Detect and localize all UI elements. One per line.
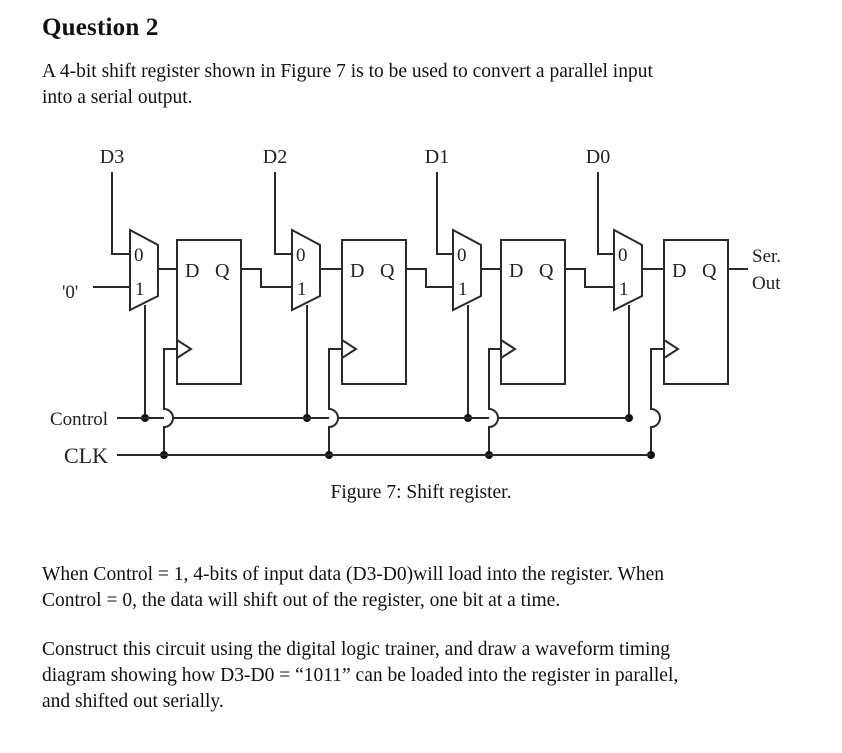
data-input-wire [111,172,130,255]
figure-caption: Figure 7: Shift register. [330,482,512,503]
shift-path-wire [406,268,453,288]
control-label: Control [50,409,108,430]
ff-d-label: D [350,260,364,282]
task-line: and shifted out serially. [42,691,224,712]
clock-input-icon [341,339,358,359]
mux-input-0-label: 0 [296,245,306,266]
data-input-label: D2 [263,146,287,168]
data-input-wire [597,172,614,255]
clock-label: CLK [64,443,108,468]
ff-d-label: D [185,260,199,282]
data-input-label: D0 [586,146,610,168]
task-paragraph: Construct this circuit using the digital… [42,637,802,715]
data-input-wire [274,172,292,255]
clock-input-icon [176,339,193,359]
clock-wire [488,348,501,455]
clock-input-icon [663,339,680,359]
ff-q-label: Q [539,260,554,282]
mux-input-0-label: 0 [618,245,628,266]
serial-output-label: Ser. [752,246,781,267]
mux-input-1-label: 1 [135,279,145,300]
shift-path-wire [565,268,614,288]
mux-input-1-label: 1 [458,279,468,300]
serial-input-label: '0' [62,282,78,303]
serial-output-label: Out [752,273,781,294]
shift-path-wire [241,268,292,288]
mux-input-0-label: 0 [134,245,144,266]
ff-d-label: D [509,260,523,282]
mux-input-1-label: 1 [297,279,307,300]
description-line: When Control = 1, 4-bits of input data (… [42,564,665,585]
clock-wire [163,348,177,455]
clock-input-icon [500,339,517,359]
ff-q-label: Q [380,260,395,282]
mux-input-1-label: 1 [619,279,629,300]
task-line: Construct this circuit using the digital… [42,639,670,660]
task-line: diagram showing how D3-D0 = “1011” can b… [42,665,679,686]
data-input-label: D3 [100,146,124,168]
description-paragraph: When Control = 1, 4-bits of input data (… [42,562,802,614]
shift-register-diagram: D301D QD201D QD101D QD001D Q'0'ControlCLKSer… [50,146,781,468]
clock-wire [328,348,342,455]
clock-wire [650,348,664,455]
ff-d-label: D [672,260,686,282]
data-input-wire [436,172,453,255]
description-line: Control = 0, the data will shift out of … [42,590,561,611]
mux-input-0-label: 0 [457,245,467,266]
ff-q-label: Q [702,260,717,282]
ff-q-label: Q [215,260,230,282]
data-input-label: D1 [425,146,449,168]
